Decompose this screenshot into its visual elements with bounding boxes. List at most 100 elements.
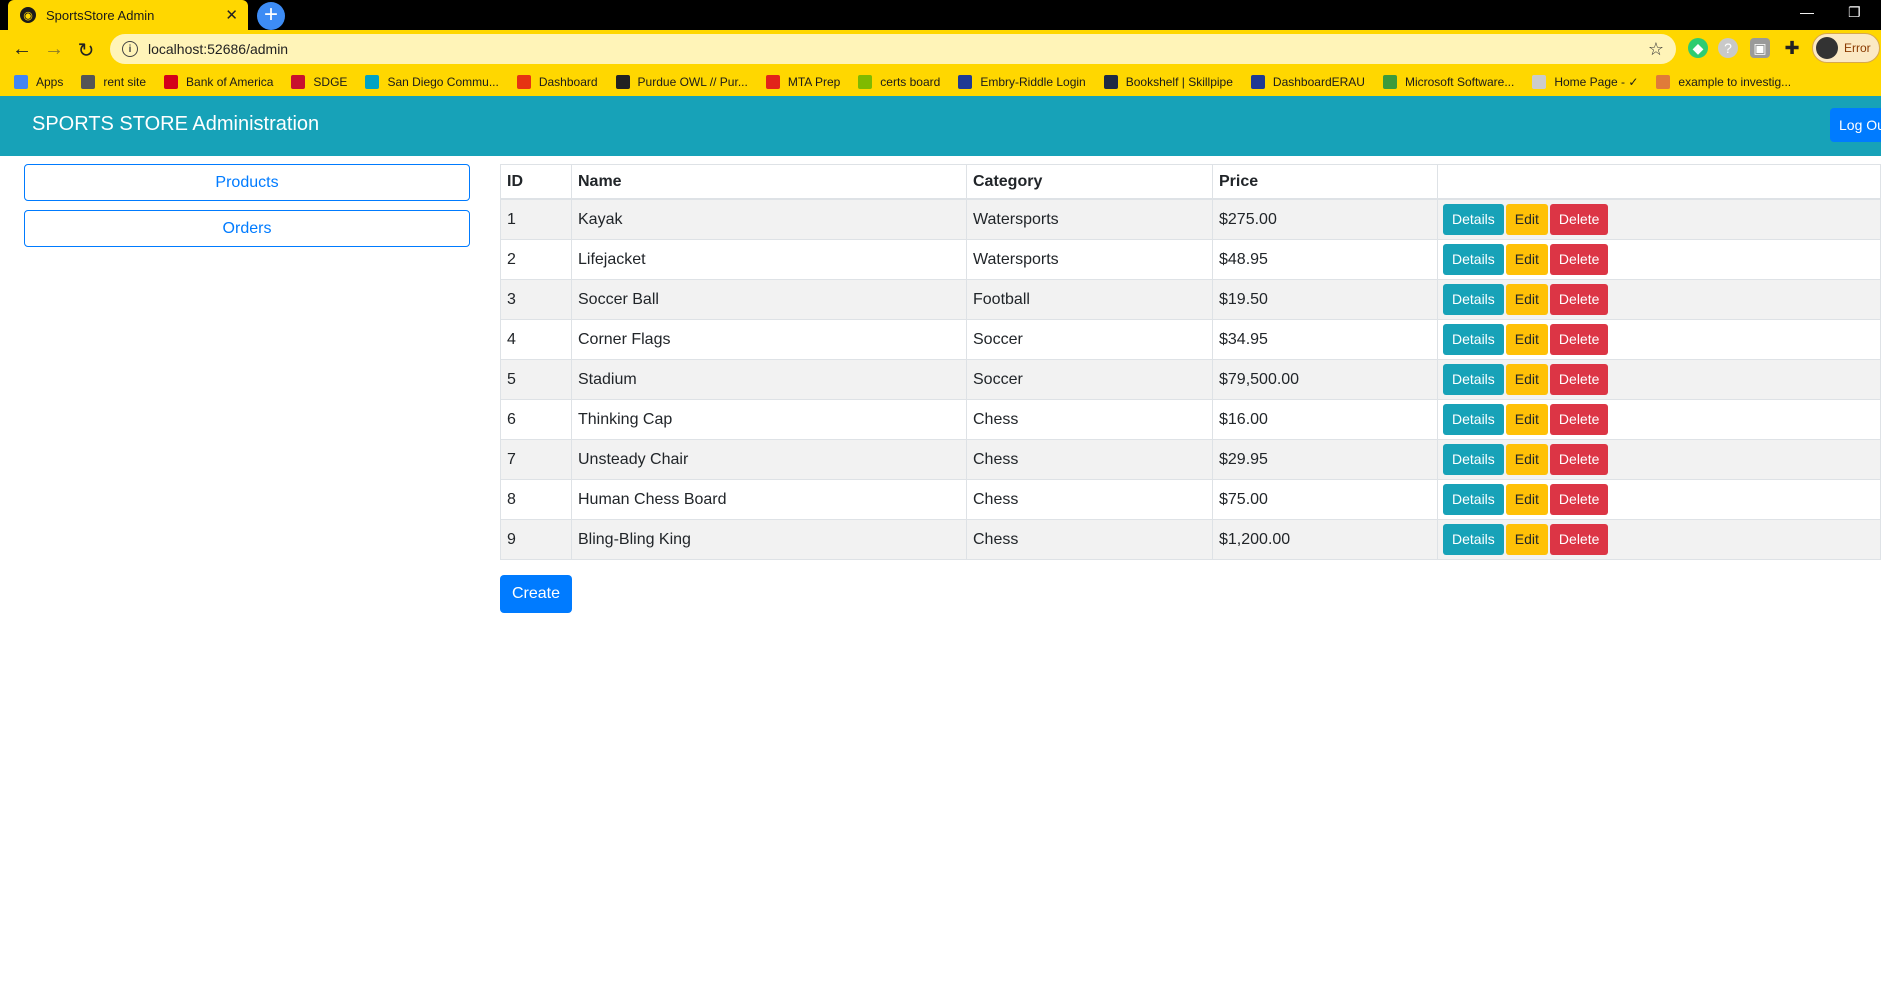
cell-name: Human Chess Board: [571, 479, 967, 520]
column-header-category: Category: [966, 164, 1213, 200]
star-icon[interactable]: ☆: [1648, 39, 1664, 60]
bookmark-item[interactable]: Microsoft Software...: [1382, 75, 1515, 89]
camera-extension-icon[interactable]: ▣: [1750, 38, 1770, 58]
details-button[interactable]: Details: [1443, 204, 1504, 235]
help-extension-icon[interactable]: ?: [1718, 38, 1738, 58]
cell-price: $34.95: [1212, 319, 1438, 360]
details-button[interactable]: Details: [1443, 484, 1504, 515]
cell-category: Chess: [966, 479, 1213, 520]
delete-button[interactable]: Delete: [1549, 324, 1609, 355]
info-icon[interactable]: i: [122, 41, 138, 57]
details-button[interactable]: Details: [1443, 444, 1504, 475]
logout-button[interactable]: Log Ou: [1830, 108, 1881, 142]
bookmark-item[interactable]: SDGE: [291, 75, 347, 89]
bookmark-item[interactable]: Bookshelf | Skillpipe: [1103, 75, 1233, 89]
bookmark-item[interactable]: Embry-Riddle Login: [958, 75, 1086, 89]
puzzle-icon[interactable]: ✚: [1782, 38, 1802, 58]
create-button[interactable]: Create: [500, 575, 572, 613]
cell-category: Soccer: [966, 319, 1213, 360]
sidebar-item-orders[interactable]: Orders: [24, 210, 470, 247]
edit-button[interactable]: Edit: [1505, 284, 1548, 315]
delete-button[interactable]: Delete: [1549, 244, 1609, 275]
reload-icon[interactable]: ↻: [74, 38, 98, 63]
bookmark-icon: [615, 75, 630, 89]
edit-button[interactable]: Edit: [1505, 364, 1548, 395]
edit-button[interactable]: Edit: [1505, 244, 1548, 275]
url-text[interactable]: localhost:52686/admin: [148, 41, 1648, 57]
cell-price: $1,200.00: [1212, 519, 1438, 560]
close-icon[interactable]: ✕: [225, 6, 238, 24]
column-header-actions: [1437, 164, 1881, 200]
bookmark-item[interactable]: DashboardERAU: [1250, 75, 1365, 89]
new-tab-button[interactable]: +: [257, 2, 285, 30]
profile-button[interactable]: Error: [1812, 33, 1880, 63]
app-navbar: SPORTS STORE Administration Log Ou: [0, 96, 1881, 156]
back-arrow-icon[interactable]: ←: [10, 38, 34, 61]
edit-button[interactable]: Edit: [1505, 484, 1548, 515]
cell-actions: Details Edit Delete: [1437, 439, 1881, 480]
edit-button[interactable]: Edit: [1505, 444, 1548, 475]
bookmark-item[interactable]: rent site: [81, 75, 146, 89]
table-row: 6 Thinking Cap Chess $16.00 Details Edit Delet…: [500, 399, 1881, 440]
delete-button[interactable]: Delete: [1549, 284, 1609, 315]
cell-actions: Details Edit Delete: [1437, 399, 1881, 440]
products-table: ID Name Category Price 1 Kayak Watersports…: [500, 164, 1881, 560]
details-button[interactable]: Details: [1443, 324, 1504, 355]
bookmark-item[interactable]: example to investig...: [1656, 75, 1791, 89]
profile-label: Error: [1844, 41, 1871, 55]
address-bar[interactable]: i localhost:52686/admin ☆: [110, 34, 1676, 64]
edit-button[interactable]: Edit: [1505, 404, 1548, 435]
details-button[interactable]: Details: [1443, 404, 1504, 435]
edit-button[interactable]: Edit: [1505, 324, 1548, 355]
browser-tab[interactable]: ◉ SportsStore Admin ✕: [8, 0, 248, 30]
cell-id: 8: [500, 479, 572, 520]
cell-id: 6: [500, 399, 572, 440]
table-row: 2 Lifejacket Watersports $48.95 Details Edit D…: [500, 239, 1881, 280]
details-button[interactable]: Details: [1443, 524, 1504, 555]
bookmark-icon: [765, 75, 780, 89]
bookmark-icon: [291, 75, 306, 89]
cell-id: 3: [500, 279, 572, 320]
bookmark-item[interactable]: Home Page - ✓: [1532, 75, 1638, 89]
table-row: 8 Human Chess Board Chess $75.00 Details Edit…: [500, 479, 1881, 520]
cell-price: $75.00: [1212, 479, 1438, 520]
bookmark-item[interactable]: certs board: [858, 75, 940, 89]
bookmark-label: Embry-Riddle Login: [980, 75, 1086, 89]
edit-button[interactable]: Edit: [1505, 204, 1548, 235]
delete-button[interactable]: Delete: [1549, 404, 1609, 435]
column-header-price: Price: [1212, 164, 1438, 200]
details-button[interactable]: Details: [1443, 284, 1504, 315]
bookmark-item[interactable]: San Diego Commu...: [365, 75, 499, 89]
delete-button[interactable]: Delete: [1549, 484, 1609, 515]
bookmark-label: Home Page - ✓: [1554, 75, 1639, 89]
bookmark-label: example to investig...: [1678, 75, 1792, 89]
tab-title: SportsStore Admin: [46, 7, 155, 23]
edit-button[interactable]: Edit: [1505, 524, 1548, 555]
cell-id: 5: [500, 359, 572, 400]
details-button[interactable]: Details: [1443, 364, 1504, 395]
shield-extension-icon[interactable]: ◆: [1688, 38, 1708, 58]
browser-toolbar: ← → ↻ i localhost:52686/admin ☆ ◆ ? ▣ ✚ …: [0, 30, 1881, 68]
cell-actions: Details Edit Delete: [1437, 239, 1881, 280]
forward-arrow-icon[interactable]: →: [42, 38, 66, 61]
cell-category: Watersports: [966, 198, 1213, 240]
bookmark-item[interactable]: Apps: [14, 75, 63, 89]
cell-name: Kayak: [571, 198, 967, 240]
delete-button[interactable]: Delete: [1549, 444, 1609, 475]
bookmark-item[interactable]: MTA Prep: [765, 75, 840, 89]
globe-icon: ◉: [20, 7, 36, 23]
restore-icon[interactable]: ❐: [1848, 4, 1861, 21]
bookmark-item[interactable]: Purdue OWL // Pur...: [615, 75, 748, 89]
bookmark-label: Microsoft Software...: [1404, 75, 1515, 89]
delete-button[interactable]: Delete: [1549, 524, 1609, 555]
delete-button[interactable]: Delete: [1549, 364, 1609, 395]
bookmark-item[interactable]: Dashboard: [516, 75, 598, 89]
table-header-row: ID Name Category Price: [500, 164, 1881, 200]
bookmark-item[interactable]: Bank of America: [164, 75, 273, 89]
sidebar-item-products[interactable]: Products: [24, 164, 470, 201]
delete-button[interactable]: Delete: [1549, 204, 1609, 235]
cell-id: 7: [500, 439, 572, 480]
cell-name: Thinking Cap: [571, 399, 967, 440]
minimize-icon[interactable]: —: [1800, 4, 1814, 20]
details-button[interactable]: Details: [1443, 244, 1504, 275]
